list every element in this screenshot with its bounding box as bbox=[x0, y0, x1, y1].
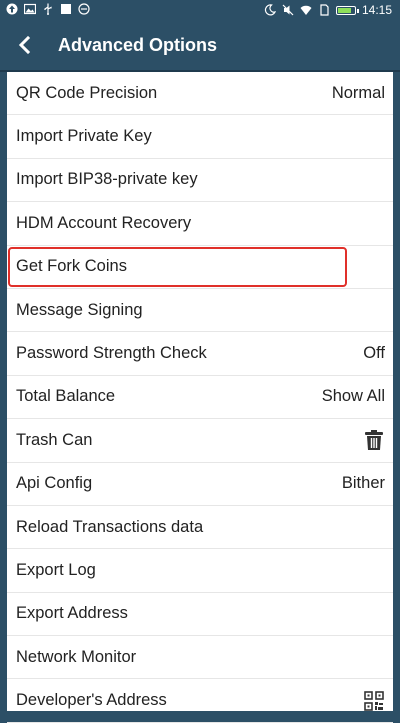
status-right-icons: 14:15 bbox=[264, 3, 392, 17]
image-icon bbox=[24, 3, 36, 15]
status-left-icons bbox=[6, 3, 90, 15]
option-label: Export Log bbox=[16, 560, 96, 579]
option-value: Show All bbox=[321, 387, 385, 406]
option-export-log[interactable]: Export Log bbox=[7, 549, 393, 593]
wifi-icon bbox=[300, 5, 312, 15]
option-value: Off bbox=[363, 344, 385, 363]
trash-icon bbox=[363, 429, 385, 451]
back-button[interactable] bbox=[8, 28, 42, 62]
option-label: Reload Transactions data bbox=[16, 517, 204, 536]
option-get-fork-coins[interactable]: Get Fork Coins bbox=[7, 246, 393, 289]
option-label: QR Code Precision bbox=[16, 83, 158, 102]
status-time: 14:15 bbox=[361, 3, 392, 17]
sim-icon bbox=[320, 4, 329, 16]
option-label: Get Fork Coins bbox=[16, 257, 127, 276]
option-qr-code-precision[interactable]: QR Code Precision Normal bbox=[7, 72, 393, 116]
option-value: Bither bbox=[341, 474, 385, 493]
option-label: Trash Can bbox=[16, 430, 93, 449]
option-hdm-account-recovery[interactable]: HDM Account Recovery bbox=[7, 202, 393, 246]
option-network-monitor[interactable]: Network Monitor bbox=[7, 636, 393, 680]
option-api-config[interactable]: Api Config Bither bbox=[7, 463, 393, 506]
option-developers-address[interactable]: Developer's Address bbox=[7, 679, 393, 723]
status-bar: 14:15 bbox=[0, 0, 400, 20]
option-export-address[interactable]: Export Address bbox=[7, 593, 393, 637]
option-label: Developer's Address bbox=[16, 691, 167, 710]
options-list: QR Code Precision Normal Import Private … bbox=[7, 72, 393, 723]
option-reload-transactions-data[interactable]: Reload Transactions data bbox=[7, 506, 393, 550]
option-total-balance[interactable]: Total Balance Show All bbox=[7, 376, 393, 420]
option-label: Api Config bbox=[16, 474, 93, 493]
option-label: Network Monitor bbox=[16, 647, 137, 666]
option-message-signing[interactable]: Message Signing bbox=[7, 289, 393, 333]
option-import-bip38-private-key[interactable]: Import BIP38-private key bbox=[7, 159, 393, 203]
option-value: Normal bbox=[331, 83, 385, 102]
usb-icon bbox=[44, 3, 52, 15]
page-title: Advanced Options bbox=[58, 35, 218, 55]
option-label: Import Private Key bbox=[16, 127, 152, 146]
qr-code-icon bbox=[363, 690, 385, 712]
battery-icon bbox=[335, 5, 359, 15]
option-label: Total Balance bbox=[16, 387, 116, 406]
chevron-left-icon bbox=[18, 36, 31, 54]
mute-icon bbox=[282, 4, 294, 16]
dnd-icon bbox=[78, 3, 90, 15]
option-label: Password Strength Check bbox=[16, 344, 207, 363]
option-trash-can[interactable]: Trash Can bbox=[7, 419, 393, 463]
option-label: HDM Account Recovery bbox=[16, 213, 192, 232]
option-label: Message Signing bbox=[16, 300, 143, 319]
option-label: Import BIP38-private key bbox=[16, 170, 198, 189]
option-label: Export Address bbox=[16, 604, 128, 623]
option-password-strength-check[interactable]: Password Strength Check Off bbox=[7, 332, 393, 376]
upload-icon bbox=[6, 3, 18, 15]
moon-icon bbox=[264, 4, 276, 16]
app-bar: Advanced Options bbox=[0, 20, 400, 72]
square-icon bbox=[61, 4, 71, 14]
option-import-private-key[interactable]: Import Private Key bbox=[7, 115, 393, 159]
